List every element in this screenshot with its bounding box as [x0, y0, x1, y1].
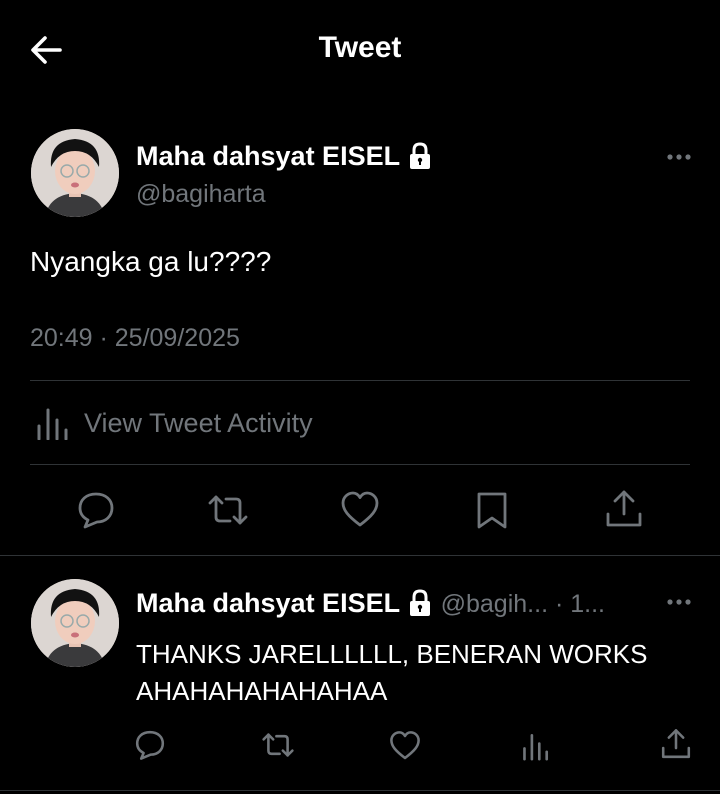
reply-avatar[interactable]	[31, 579, 119, 667]
reply-more-options-icon[interactable]	[664, 592, 700, 612]
reply-like-heart-icon[interactable]	[389, 730, 421, 767]
divider	[0, 555, 720, 556]
author-name-row[interactable]: Maha dahsyat EISEL	[136, 141, 433, 175]
tweet-timestamp: 20:49 · 25/09/2025	[30, 324, 240, 352]
author-handle[interactable]: @bagiharta	[136, 180, 266, 209]
view-tweet-activity-button[interactable]: View Tweet Activity	[30, 396, 450, 450]
divider	[30, 380, 690, 381]
reply-analytics-icon[interactable]	[522, 731, 550, 766]
tweet-text: Nyangka ga lu????	[30, 246, 272, 277]
author-name[interactable]: Maha dahsyat EISEL	[136, 141, 400, 171]
divider	[0, 790, 720, 791]
activity-label: View Tweet Activity	[84, 408, 313, 438]
reply-author-name[interactable]: Maha dahsyat EISEL	[136, 588, 400, 618]
reply-reply-icon[interactable]	[134, 729, 166, 766]
like-heart-icon[interactable]	[340, 490, 380, 535]
page-title: Tweet	[318, 31, 402, 64]
reply-retweet-icon[interactable]	[260, 729, 296, 766]
reply-author-row[interactable]: Maha dahsyat EISEL @bagih... · 1...	[136, 588, 605, 622]
lock-icon	[407, 588, 433, 622]
divider	[30, 464, 690, 465]
share-icon[interactable]	[604, 488, 644, 535]
reply-share-icon[interactable]	[660, 727, 692, 766]
avatar[interactable]	[31, 129, 119, 217]
lock-icon	[407, 141, 433, 175]
top-bar: Tweet	[0, 0, 720, 100]
reply-text: THANKS JARELLLLLL, BENERAN WORKS AHAHAHA…	[136, 639, 648, 706]
reply-handle-time[interactable]: @bagih... · 1...	[441, 590, 605, 618]
retweet-icon[interactable]	[206, 490, 250, 535]
activity-chart-icon	[36, 406, 70, 445]
more-options-icon[interactable]	[664, 147, 700, 167]
bookmark-icon[interactable]	[472, 490, 512, 535]
reply-icon[interactable]	[76, 490, 116, 535]
